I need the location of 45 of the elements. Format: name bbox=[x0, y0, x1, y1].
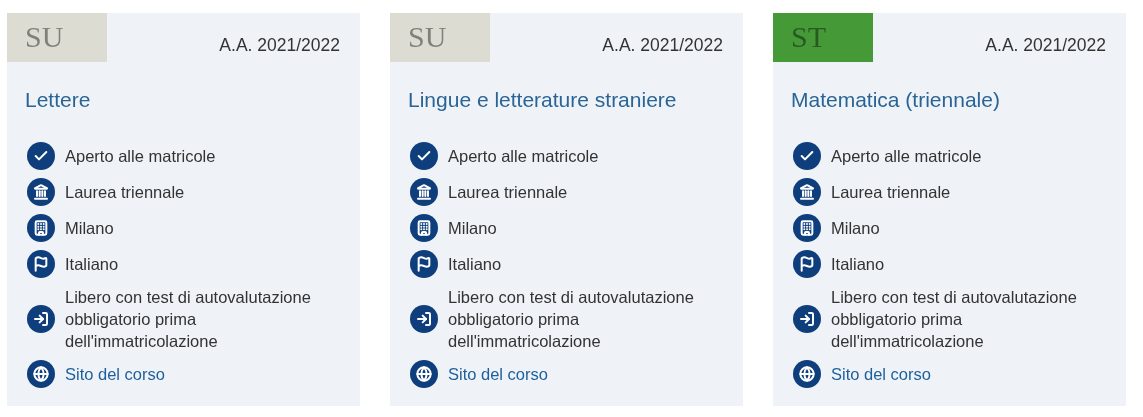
sign-in-icon bbox=[410, 305, 438, 333]
feature-text: Libero con test di autovalutazione obbligatorio prima dell'immatricolazione bbox=[831, 287, 1078, 352]
course-title[interactable]: Lettere bbox=[25, 88, 360, 112]
bank-icon bbox=[410, 178, 438, 206]
feature-text: Libero con test di autovalutazione obbligatorio prima dell'immatricolazione bbox=[65, 287, 312, 352]
check-icon bbox=[793, 142, 821, 170]
academic-year: A.A. 2021/2022 bbox=[219, 35, 340, 56]
flag-icon bbox=[410, 250, 438, 278]
feature-text: Aperto alle matricole bbox=[65, 146, 217, 167]
faculty-badge: SU bbox=[390, 13, 490, 62]
course-site-link[interactable]: Sito del corso bbox=[448, 363, 548, 385]
building-icon bbox=[793, 214, 821, 242]
feature-text: Italiano bbox=[831, 254, 886, 275]
academic-year: A.A. 2021/2022 bbox=[985, 35, 1106, 56]
feature-text: Milano bbox=[65, 218, 115, 239]
feature-text: Aperto alle matricole bbox=[448, 146, 600, 167]
faculty-badge: SU bbox=[7, 13, 107, 62]
bank-icon bbox=[27, 178, 55, 206]
globe-icon bbox=[410, 360, 438, 388]
feature-text: Laurea triennale bbox=[448, 182, 569, 203]
course-site-link[interactable]: Sito del corso bbox=[65, 363, 165, 385]
globe-icon bbox=[27, 360, 55, 388]
feature-text: Milano bbox=[448, 218, 498, 239]
faculty-badge: ST bbox=[773, 13, 873, 62]
building-icon bbox=[410, 214, 438, 242]
course-title[interactable]: Matematica (triennale) bbox=[791, 88, 1126, 112]
feature-text: Milano bbox=[831, 218, 881, 239]
check-icon bbox=[27, 142, 55, 170]
flag-icon bbox=[793, 250, 821, 278]
course-title[interactable]: Lingue e letterature straniere bbox=[408, 88, 743, 112]
flag-icon bbox=[27, 250, 55, 278]
building-icon bbox=[27, 214, 55, 242]
sign-in-icon bbox=[27, 305, 55, 333]
check-icon bbox=[410, 142, 438, 170]
globe-icon bbox=[793, 360, 821, 388]
feature-text: Laurea triennale bbox=[831, 182, 952, 203]
academic-year: A.A. 2021/2022 bbox=[602, 35, 723, 56]
sign-in-icon bbox=[793, 305, 821, 333]
feature-text: Libero con test di autovalutazione obbligatorio prima dell'immatricolazione bbox=[448, 287, 695, 352]
course-site-link[interactable]: Sito del corso bbox=[831, 363, 931, 385]
feature-text: Italiano bbox=[65, 254, 120, 275]
feature-text: Aperto alle matricole bbox=[831, 146, 983, 167]
feature-text: Italiano bbox=[448, 254, 503, 275]
feature-text: Laurea triennale bbox=[65, 182, 186, 203]
bank-icon bbox=[793, 178, 821, 206]
